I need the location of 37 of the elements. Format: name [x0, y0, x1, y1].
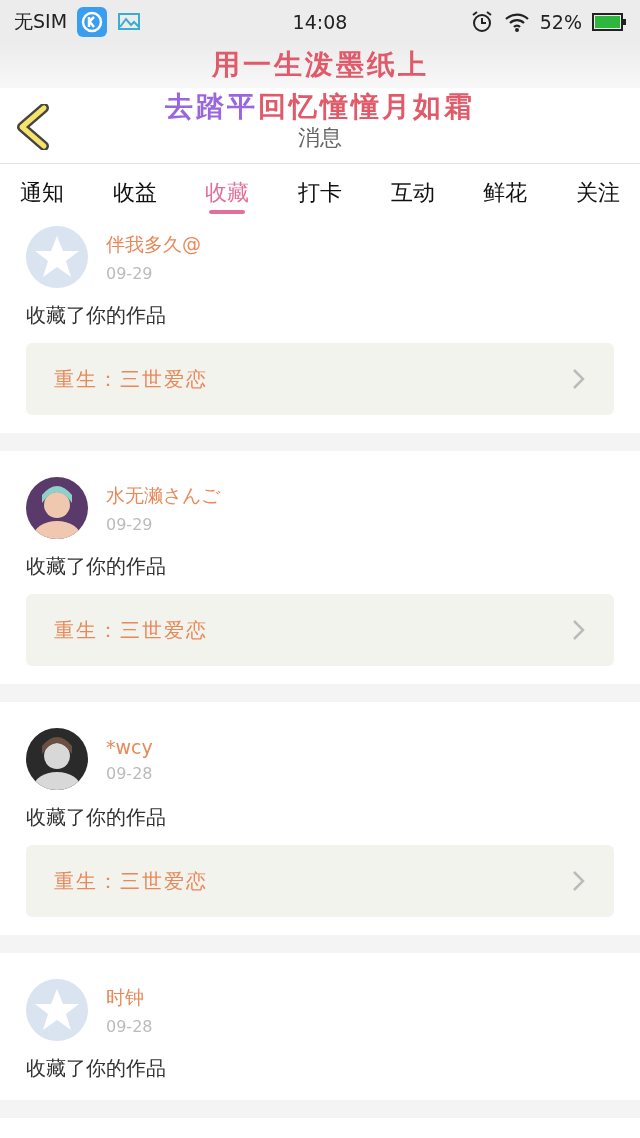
date-text: 09-29: [106, 263, 154, 283]
battery-icon: [592, 13, 626, 31]
tab[interactable]: 互动: [390, 164, 435, 220]
page-title: 消息: [298, 124, 342, 152]
message-text: 收藏了你的作品: [26, 302, 167, 329]
user-name[interactable]: *wcy: [106, 735, 153, 758]
message-text: 收藏了你的作品: [26, 553, 167, 580]
date-text: 09-28: [106, 763, 153, 783]
message-text: 收藏了你的作品: [26, 1055, 167, 1082]
carrier-text: 无SIM: [14, 9, 68, 34]
back-icon[interactable]: [16, 104, 50, 150]
chevron-icon: [572, 619, 586, 641]
work-link[interactable]: 重生：三世爱恋: [26, 594, 614, 666]
chevron-icon: [572, 870, 586, 892]
work-link[interactable]: 重生：三世爱恋: [26, 845, 614, 917]
message-text: 收藏了你的作品: [26, 804, 167, 831]
tab[interactable]: 收益: [112, 164, 157, 220]
tab[interactable]: 收藏: [205, 164, 250, 220]
overlay-caption: 回忆憧憧月如霜: [258, 90, 475, 123]
image-icon: [117, 12, 142, 32]
overlay-caption: 用一生泼墨纸上: [211, 48, 429, 81]
work-link[interactable]: 重生：三世爱恋: [26, 343, 614, 415]
user-name[interactable]: 伴我多久@: [106, 231, 201, 258]
date-text: 09-29: [106, 514, 154, 534]
user-name[interactable]: 水无濑さんご: [106, 482, 220, 509]
tab[interactable]: 鲜花: [483, 164, 528, 220]
user-name[interactable]: 时钟: [106, 984, 153, 1011]
date-text: 09-28: [106, 1016, 153, 1036]
tab[interactable]: 通知: [20, 164, 64, 220]
app-icon: [77, 7, 108, 37]
battery-text: 52%: [539, 11, 582, 33]
overlay-caption: 去踏平: [165, 90, 258, 123]
clock-text: 14:08: [291, 11, 349, 33]
tab[interactable]: 打卡: [297, 164, 342, 220]
chevron-icon: [572, 368, 586, 390]
tab[interactable]: 关注: [575, 164, 620, 220]
wifi-icon: [503, 11, 530, 33]
